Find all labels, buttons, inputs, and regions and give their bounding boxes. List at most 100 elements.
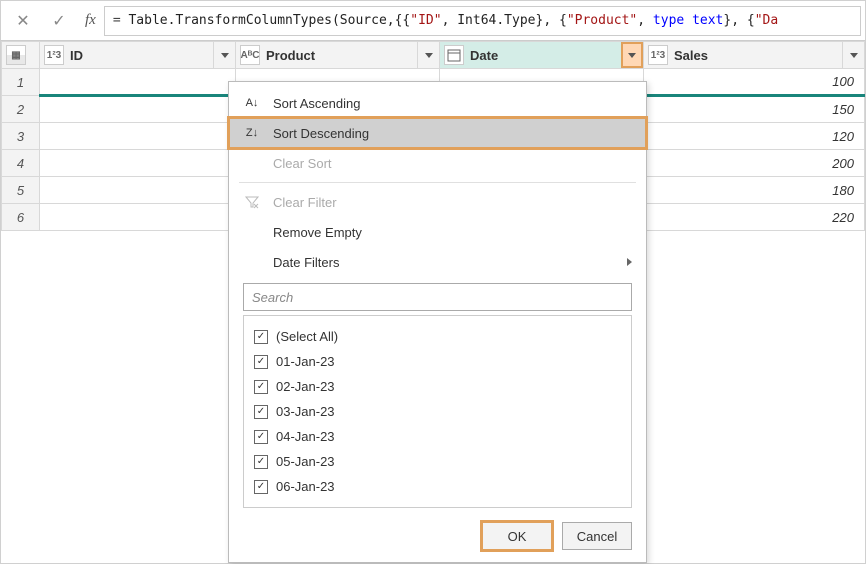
sort-desc-icon: Z↓ bbox=[243, 124, 261, 142]
chevron-down-icon bbox=[628, 53, 636, 58]
filter-value-label: 06-Jan-23 bbox=[276, 479, 335, 494]
row-number: 3 bbox=[2, 123, 40, 150]
cell-id[interactable] bbox=[40, 96, 236, 123]
chevron-down-icon bbox=[850, 53, 858, 58]
clear-filter-item: Clear Filter bbox=[229, 187, 646, 217]
formula-token: }, { bbox=[536, 13, 567, 28]
checkbox-icon: ✓ bbox=[254, 405, 268, 419]
clear-filter-icon bbox=[243, 193, 261, 211]
filter-button-date[interactable] bbox=[621, 42, 643, 68]
filter-value-item[interactable]: ✓04-Jan-23 bbox=[254, 424, 621, 449]
row-number: 5 bbox=[2, 177, 40, 204]
row-number: 4 bbox=[2, 150, 40, 177]
cell-id[interactable] bbox=[40, 150, 236, 177]
cell-sales[interactable]: 150 bbox=[644, 96, 865, 123]
filter-value-item[interactable]: ✓05-Jan-23 bbox=[254, 449, 621, 474]
formula-token: "Product" bbox=[567, 13, 637, 28]
cell-sales[interactable]: 220 bbox=[644, 204, 865, 231]
menu-label: Clear Filter bbox=[273, 195, 337, 210]
column-name: ID bbox=[68, 48, 209, 63]
filter-value-item[interactable]: ✓ 01-Jan-23 bbox=[254, 349, 621, 374]
formula-token: "Da bbox=[755, 13, 778, 28]
column-header-date[interactable]: Date bbox=[440, 42, 644, 69]
cancel-button[interactable]: Cancel bbox=[562, 522, 632, 550]
formula-input[interactable]: = Table.TransformColumnTypes(Source,{{ "… bbox=[104, 6, 861, 36]
row-number: 2 bbox=[2, 96, 40, 123]
checkbox-icon: ✓ bbox=[254, 430, 268, 444]
column-header-sales[interactable]: 1²3 Sales bbox=[644, 42, 865, 69]
filter-button-product[interactable] bbox=[417, 42, 439, 68]
checkbox-icon: ✓ bbox=[254, 355, 268, 369]
cancel-formula-button[interactable]: ✕ bbox=[5, 5, 41, 37]
formula-bar: ✕ ✓ fx = Table.TransformColumnTypes(Sour… bbox=[1, 1, 865, 41]
filter-value-item[interactable]: ✓ (Select All) bbox=[254, 324, 621, 349]
formula-token: text bbox=[692, 13, 723, 28]
menu-label: Clear Sort bbox=[273, 156, 332, 171]
sort-ascending-item[interactable]: A↓ Sort Ascending bbox=[229, 88, 646, 118]
number-type-icon: 1²3 bbox=[648, 45, 668, 65]
chevron-down-icon bbox=[425, 53, 433, 58]
filter-value-item[interactable]: ✓06-Jan-23 bbox=[254, 474, 621, 499]
cell-sales[interactable]: 120 bbox=[644, 123, 865, 150]
table-icon: ▦ bbox=[6, 45, 26, 65]
cell-sales[interactable]: 200 bbox=[644, 150, 865, 177]
corner-cell[interactable]: ▦ bbox=[2, 42, 40, 69]
filter-value-list: ✓ (Select All) ✓ 01-Jan-23 ✓ 02-Jan-23 ✓ 03-Jan… bbox=[243, 315, 632, 508]
formula-token: , bbox=[442, 13, 458, 28]
formula-token bbox=[684, 13, 692, 28]
cell-id[interactable] bbox=[40, 204, 236, 231]
filter-value-item[interactable]: ✓ 03-Jan-23 bbox=[254, 399, 621, 424]
filter-value-label: 03-Jan-23 bbox=[276, 404, 335, 419]
clear-sort-item: Clear Sort bbox=[229, 148, 646, 178]
menu-label: Date Filters bbox=[273, 255, 339, 270]
column-name: Product bbox=[264, 48, 413, 63]
blank-icon bbox=[243, 253, 261, 271]
accept-formula-button[interactable]: ✓ bbox=[41, 5, 77, 37]
cell-id[interactable] bbox=[40, 123, 236, 150]
sort-descending-item[interactable]: Z↓ Sort Descending bbox=[229, 118, 646, 148]
formula-token: Table.TransformColumnTypes(Source,{{ bbox=[128, 13, 410, 28]
row-number: 6 bbox=[2, 204, 40, 231]
formula-token: = bbox=[113, 13, 129, 28]
filter-button-id[interactable] bbox=[213, 42, 235, 68]
menu-label: Remove Empty bbox=[273, 225, 362, 240]
cell-sales[interactable]: 100 bbox=[644, 69, 865, 96]
checkbox-icon: ✓ bbox=[254, 455, 268, 469]
formula-token: Int64.Type bbox=[457, 13, 535, 28]
fx-label: fx bbox=[77, 12, 104, 29]
ok-button[interactable]: OK bbox=[482, 522, 552, 550]
number-type-icon: 1²3 bbox=[44, 45, 64, 65]
filter-value-item[interactable]: ✓ 02-Jan-23 bbox=[254, 374, 621, 399]
cell-id[interactable] bbox=[40, 69, 236, 96]
chevron-down-icon bbox=[221, 53, 229, 58]
cell-sales[interactable]: 180 bbox=[644, 177, 865, 204]
checkbox-icon: ✓ bbox=[254, 330, 268, 344]
date-filters-item[interactable]: Date Filters bbox=[229, 247, 646, 277]
filter-value-label: 02-Jan-23 bbox=[276, 379, 335, 394]
submenu-arrow-icon bbox=[627, 258, 632, 266]
column-header-product[interactable]: AᴮC Product bbox=[236, 42, 440, 69]
search-placeholder: Search bbox=[252, 290, 293, 305]
date-type-icon bbox=[444, 45, 464, 65]
blank-icon bbox=[243, 223, 261, 241]
text-type-icon: AᴮC bbox=[240, 45, 260, 65]
filter-value-label: (Select All) bbox=[276, 329, 338, 344]
menu-label: Sort Ascending bbox=[273, 96, 360, 111]
remove-empty-item[interactable]: Remove Empty bbox=[229, 217, 646, 247]
formula-token: type bbox=[653, 13, 684, 28]
menu-label: Sort Descending bbox=[273, 126, 369, 141]
formula-token: "ID" bbox=[410, 13, 441, 28]
sort-asc-icon: A↓ bbox=[243, 94, 261, 112]
filter-search-input[interactable]: Search bbox=[243, 283, 632, 311]
filter-value-label: 01-Jan-23 bbox=[276, 354, 335, 369]
blank-icon bbox=[243, 154, 261, 172]
formula-token: }, { bbox=[723, 13, 754, 28]
column-name: Sales bbox=[672, 48, 838, 63]
filter-button-sales[interactable] bbox=[842, 42, 864, 68]
formula-token: , bbox=[637, 13, 653, 28]
checkbox-icon: ✓ bbox=[254, 380, 268, 394]
menu-separator bbox=[239, 182, 636, 183]
cell-id[interactable] bbox=[40, 177, 236, 204]
column-name: Date bbox=[468, 48, 617, 63]
column-header-id[interactable]: 1²3 ID bbox=[40, 42, 236, 69]
